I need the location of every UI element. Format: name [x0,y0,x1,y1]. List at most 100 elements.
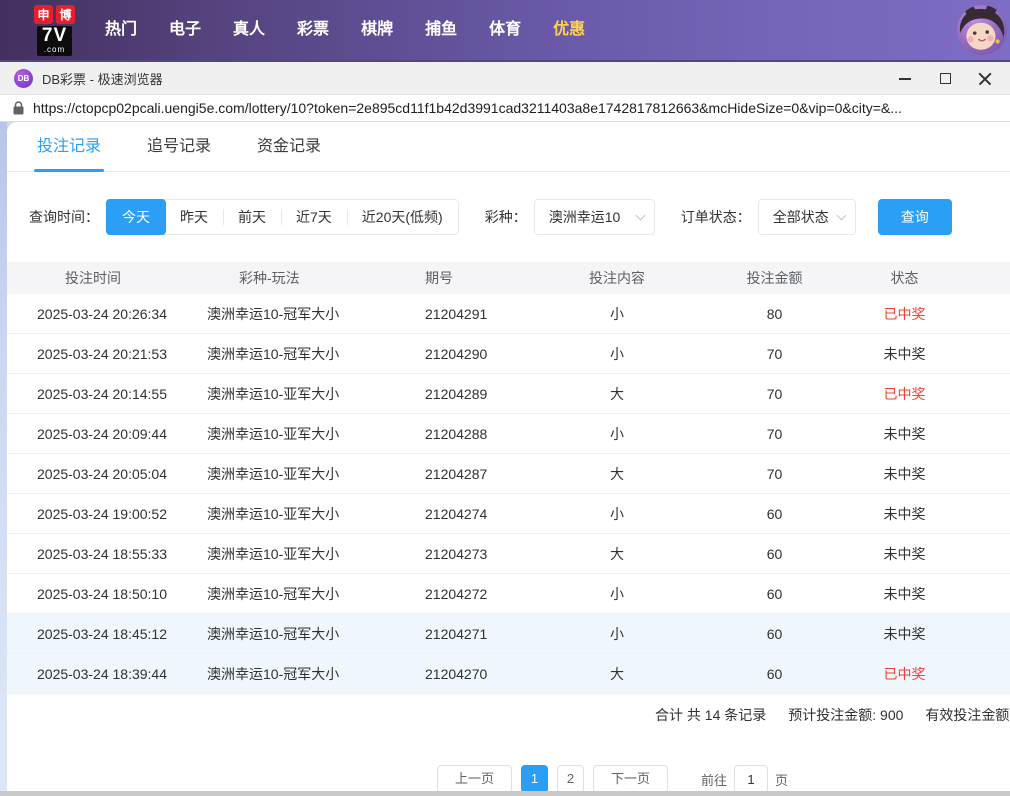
chevron-down-icon [635,210,646,221]
pagination: 上一页 1 2 下一页 前往 页 [437,765,1010,793]
header-content: 投注内容 [589,270,645,286]
table-row[interactable]: 2025-03-24 20:21:53 澳洲幸运10-冠军大小 21204290… [7,334,1010,374]
cell-amount: 60 [766,505,783,522]
cell-bet-time: 2025-03-24 20:26:34 [37,305,167,322]
cell-amount: 70 [766,385,783,402]
cell-issue: 21204273 [425,545,488,562]
cell-game: 澳洲幸运10-冠军大小 [207,585,340,602]
tab[interactable]: 资金记录 [257,122,321,172]
cell-bet-time: 2025-03-24 20:05:04 [37,465,167,482]
time-range-option[interactable]: 近20天(低频) [346,200,458,234]
cell-issue: 21204287 [425,465,488,482]
cell-bet-time: 2025-03-24 20:09:44 [37,425,167,442]
cell-status: 未中奖 [883,425,926,442]
time-range-option[interactable]: 今天 [106,199,166,235]
cell-status: 未中奖 [883,545,926,562]
cell-bet-time: 2025-03-24 19:00:52 [37,505,167,522]
cell-amount: 60 [766,545,783,562]
minimize-icon[interactable] [898,71,912,85]
logo-tiles: 申 博 [34,4,75,24]
page-number-button[interactable]: 1 [521,765,549,793]
header-status: 状态 [890,270,919,286]
cell-status: 未中奖 [883,345,926,362]
cell-game: 澳洲幸运10-亚军大小 [207,505,340,522]
filter-bar: 查询时间： 今天 昨天 前天 近7天 近20天(低频) 彩种： 澳洲幸运10 订… [29,199,1010,235]
next-page-button[interactable]: 下一页 [593,765,669,793]
nav-item[interactable]: 电子 [153,0,217,60]
logo-main-text: 7V [41,24,68,46]
cell-content: 大 [610,465,624,482]
search-button[interactable]: 查询 [877,199,952,235]
time-range-option[interactable]: 前天 [223,200,281,234]
summary-bar: 合计 共 14 条记录 预计投注金额: 900 有效投注金额 [7,705,1010,725]
cell-issue: 21204291 [425,305,488,322]
cell-game: 澳洲幸运10-亚军大小 [207,385,340,402]
cell-amount: 70 [766,465,783,482]
tab[interactable]: 投注记录 [33,122,105,172]
cell-content: 大 [610,385,624,402]
cell-amount: 80 [766,305,783,322]
browser-titlebar: DB DB彩票 - 极速浏览器 [0,62,1010,95]
table-row[interactable]: 2025-03-24 18:45:12 澳洲幸运10-冠军大小 21204271… [7,614,1010,654]
table-row[interactable]: 2025-03-24 20:14:55 澳洲幸运10-亚军大小 21204289… [7,374,1010,414]
time-range-option[interactable]: 近7天 [281,200,347,234]
cell-content: 小 [610,345,624,362]
time-range-group: 今天 昨天 前天 近7天 近20天(低频) [106,199,459,235]
lottery-select[interactable]: 澳洲幸运10 [533,199,655,235]
nav-item[interactable]: 捕鱼 [409,0,473,60]
cell-content: 大 [610,545,624,562]
user-avatar[interactable] [957,5,1007,55]
nav-item[interactable]: 彩票 [281,0,345,60]
maximize-icon[interactable] [938,71,952,85]
status-select-value: 全部状态 [772,209,829,225]
chevron-down-icon [836,210,847,221]
summary-expected-amount: 预计投注金额: 900 [788,707,904,723]
table-row[interactable]: 2025-03-24 18:39:44 澳洲幸运10-冠军大小 21204270… [7,654,1010,694]
nav-item[interactable]: 热门 [89,0,153,60]
cell-game: 澳洲幸运10-冠军大小 [207,665,340,682]
nav-item[interactable]: 真人 [217,0,281,60]
table-header-row: 投注时间 彩种-玩法 期号 投注内容 投注金额 状态 [7,262,1010,294]
cell-content: 小 [610,585,624,602]
record-tabs: 投注记录 追号记录 资金记录 [7,122,1010,172]
nav-item[interactable]: 棋牌 [345,0,409,60]
time-range-option[interactable]: 昨天 [165,200,223,234]
table-row[interactable]: 2025-03-24 20:09:44 澳洲幸运10-亚军大小 21204288… [7,414,1010,454]
site-logo[interactable]: 申 博 7V .com [34,4,75,56]
time-filter-label: 查询时间： [29,209,99,225]
cell-bet-time: 2025-03-24 18:50:10 [37,585,167,602]
cell-issue: 21204272 [425,585,488,602]
cell-status: 未中奖 [883,625,926,642]
tab[interactable]: 追号记录 [147,122,211,172]
cell-issue: 21204274 [425,505,488,522]
goto-page-input[interactable] [734,765,769,793]
page-number-button[interactable]: 2 [557,765,585,793]
cell-status: 未中奖 [883,505,926,522]
nav-item[interactable]: 体育 [473,0,537,60]
table-row[interactable]: 2025-03-24 18:50:10 澳洲幸运10-冠军大小 21204272… [7,574,1010,614]
header-issue: 期号 [425,270,453,286]
goto-suffix: 页 [775,772,789,788]
main-nav: 热门 电子 真人 彩票 棋牌 捕鱼 体育 优惠 [89,0,601,60]
lottery-select-value: 澳洲幸运10 [548,209,621,225]
url-text: https://ctopcp02pcali.uengi5e.com/lotter… [33,100,902,116]
table-row[interactable]: 2025-03-24 19:00:52 澳洲幸运10-亚军大小 21204274… [7,494,1010,534]
summary-total-records: 合计 共 14 条记录 [655,707,767,723]
close-icon[interactable] [978,71,992,85]
cell-amount: 70 [766,425,783,442]
table-row[interactable]: 2025-03-24 20:26:34 澳洲幸运10-冠军大小 21204291… [7,294,1010,334]
order-status-select[interactable]: 全部状态 [757,199,856,235]
cell-bet-time: 2025-03-24 18:55:33 [37,545,167,562]
logo-tile-2: 博 [56,4,75,24]
header-game: 彩种-玩法 [239,270,300,286]
table-row[interactable]: 2025-03-24 20:05:04 澳洲幸运10-亚军大小 21204287… [7,454,1010,494]
address-bar[interactable]: https://ctopcp02pcali.uengi5e.com/lotter… [0,95,1010,122]
cell-amount: 60 [766,585,783,602]
nav-item[interactable]: 优惠 [537,0,601,60]
cell-game: 澳洲幸运10-冠军大小 [207,625,340,642]
prev-page-button[interactable]: 上一页 [437,765,513,793]
cell-game: 澳洲幸运10-亚军大小 [207,465,340,482]
table-row[interactable]: 2025-03-24 18:55:33 澳洲幸运10-亚军大小 21204273… [7,534,1010,574]
cell-amount: 70 [766,345,783,362]
cell-bet-time: 2025-03-24 20:14:55 [37,385,167,402]
